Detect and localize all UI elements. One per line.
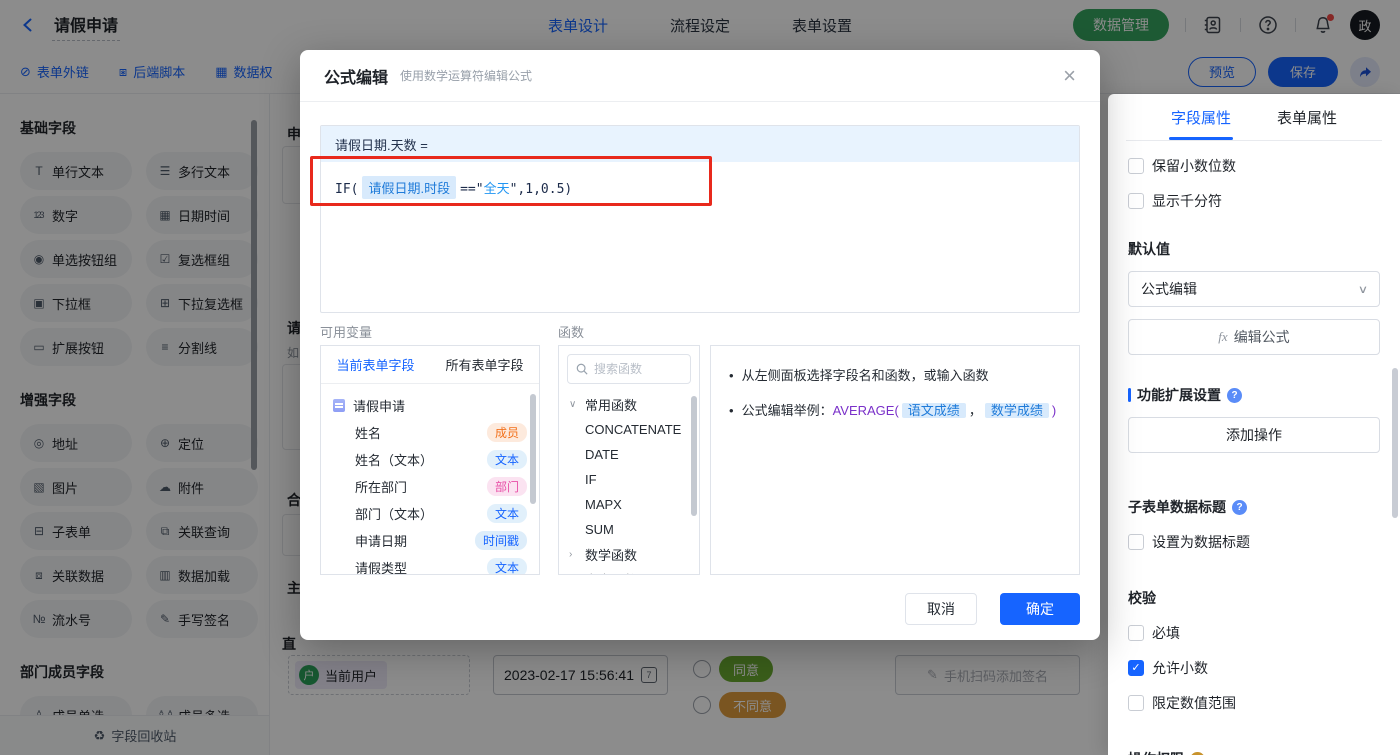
permission-header: 操作权限 ! xyxy=(1128,749,1380,755)
confirm-button[interactable]: 确定 xyxy=(1000,593,1080,625)
function-item[interactable]: CONCATENATE xyxy=(559,417,699,442)
variables-label: 可用变量 xyxy=(320,325,373,340)
tab-all-form-fields[interactable]: 所有表单字段 xyxy=(430,346,539,383)
thousand-separator-checkbox[interactable]: ✓ xyxy=(1128,193,1144,209)
tab-form-properties[interactable]: 表单属性 xyxy=(1277,94,1337,140)
type-badge: 部门 xyxy=(486,477,527,496)
variable-root[interactable]: 请假申请 xyxy=(321,392,539,419)
add-action-button[interactable]: 添加操作 xyxy=(1128,417,1380,453)
warning-icon: ! xyxy=(1190,751,1205,755)
required-checkbox[interactable]: ✓ xyxy=(1128,625,1144,641)
functions-label: 函数 xyxy=(558,325,585,340)
formula-target: 请假日期.天数 = xyxy=(321,126,1079,162)
modal-subtitle: 使用数学运算符编辑公式 xyxy=(400,69,533,83)
help-icon[interactable]: ? xyxy=(1232,499,1247,515)
variable-row[interactable]: 姓名 成员 xyxy=(321,419,539,446)
edit-formula-button[interactable]: fx 编辑公式 xyxy=(1128,319,1380,355)
formula-tail: ",1,0.5) xyxy=(509,182,573,197)
properties-panel: 字段属性 表单属性 ✓ 保留小数位数 ✓ 显示千分符 默认值 公式编辑 ∨ fx… xyxy=(1108,94,1400,755)
formula-function: IF( xyxy=(335,182,359,197)
tip-example-line: • 公式编辑举例：AVERAGE(语文成绩，数学成绩) xyxy=(729,402,1057,418)
variable-row[interactable]: 所在部门 部门 xyxy=(321,473,539,500)
extension-settings-header: 功能扩展设置 ? xyxy=(1128,385,1380,405)
thousand-separator-checkbox-row[interactable]: ✓ 显示千分符 xyxy=(1128,191,1380,211)
tips-panel: • 从左侧面板选择字段名和函数，或输入函数 • 公式编辑举例：AVERAGE(语… xyxy=(710,345,1080,575)
panel-tabs: 字段属性 表单属性 xyxy=(1128,94,1380,140)
formula-editor[interactable]: IF(请假日期.时段 =="全天",1,0.5) xyxy=(321,162,1079,213)
variable-row[interactable]: 请假类型 文本 xyxy=(321,554,539,574)
function-search[interactable] xyxy=(567,354,691,384)
variables-panel: 当前表单字段 所有表单字段 请假申请 姓名 成员 姓名（文本） 文本 所在部门 部门 … xyxy=(320,345,540,575)
formula-operator: ==" xyxy=(460,182,484,197)
cancel-button[interactable]: 取消 xyxy=(905,593,977,625)
tab-current-form-fields[interactable]: 当前表单字段 xyxy=(321,346,430,383)
type-badge: 文本 xyxy=(486,558,527,574)
chevron-down-icon: ∨ xyxy=(1357,283,1369,296)
type-badge: 文本 xyxy=(486,450,527,469)
function-item[interactable]: DATE xyxy=(559,442,699,467)
form-doc-icon xyxy=(333,399,345,412)
set-data-title-checkbox-row[interactable]: ✓ 设置为数据标题 xyxy=(1128,532,1380,552)
close-icon[interactable]: × xyxy=(1063,64,1076,87)
tab-field-properties[interactable]: 字段属性 xyxy=(1171,94,1231,140)
functions-scrollbar[interactable] xyxy=(691,396,697,516)
window-scrollbar[interactable] xyxy=(1392,368,1398,518)
function-item[interactable]: IF xyxy=(559,467,699,492)
search-icon xyxy=(576,363,588,375)
variable-row[interactable]: 部门（文本） 文本 xyxy=(321,500,539,527)
validation-header: 校验 xyxy=(1128,590,1156,606)
formula-block: 请假日期.天数 = IF(请假日期.时段 =="全天",1,0.5) xyxy=(320,125,1080,313)
field-token[interactable]: 请假日期.时段 xyxy=(362,176,457,199)
limit-range-checkbox-row[interactable]: ✓ 限定数值范围 xyxy=(1128,693,1380,713)
formula-editor-modal: 公式编辑 使用数学运算符编辑公式 × 请假日期.天数 = IF(请假日期.时段 =… xyxy=(300,50,1100,640)
allow-decimal-checkbox[interactable]: ✓ xyxy=(1128,660,1144,676)
variables-list: 请假申请 姓名 成员 姓名（文本） 文本 所在部门 部门 部门（文本） 文本 申请日期时… xyxy=(321,384,539,574)
example-field-chip: 数学成绩 xyxy=(984,402,1049,418)
example-field-chip: 语文成绩 xyxy=(901,402,966,418)
allow-decimal-checkbox-row[interactable]: ✓ 允许小数 xyxy=(1128,658,1380,678)
limit-range-checkbox[interactable]: ✓ xyxy=(1128,695,1144,711)
help-icon[interactable]: ? xyxy=(1227,387,1242,403)
section-bar xyxy=(1128,388,1131,402)
set-data-title-checkbox[interactable]: ✓ xyxy=(1128,534,1144,550)
function-group-text[interactable]: ›文本函数 xyxy=(559,567,699,575)
required-checkbox-row[interactable]: ✓ 必填 xyxy=(1128,623,1380,643)
chevron-down-icon: ∨ xyxy=(569,399,577,410)
keep-decimal-checkbox-row[interactable]: ✓ 保留小数位数 xyxy=(1128,156,1380,176)
function-item[interactable]: MAPX xyxy=(559,492,699,517)
variable-row[interactable]: 姓名（文本） 文本 xyxy=(321,446,539,473)
modal-title: 公式编辑 xyxy=(324,69,389,87)
type-badge: 文本 xyxy=(486,504,527,523)
example-function: AVERAGE( xyxy=(832,402,899,418)
subform-title-header: 子表单数据标题 ? xyxy=(1128,497,1380,517)
default-value-label: 默认值 xyxy=(1128,241,1170,257)
function-group-common[interactable]: ∨ 常用函数 xyxy=(559,392,699,417)
function-item[interactable]: SUM xyxy=(559,517,699,542)
functions-panel: ∨常用函数 CONCATENATE DATE IF MAPX SUM ›数学函数… xyxy=(558,345,700,575)
function-group-math[interactable]: › 数学函数 xyxy=(559,542,699,567)
fx-icon: fx xyxy=(1218,329,1228,344)
chevron-right-icon: › xyxy=(569,549,573,560)
modal-header: 公式编辑 使用数学运算符编辑公式 × xyxy=(300,50,1100,102)
type-badge: 成员 xyxy=(486,423,527,442)
chevron-right-icon: › xyxy=(569,574,579,575)
formula-string: 全天 xyxy=(483,182,510,197)
app-window: 请假申请 表单设计 流程设定 表单设置 数据管理 政 ⊘ 表单外链 ⧆ 后端脚本… xyxy=(0,0,1400,755)
variables-scrollbar[interactable] xyxy=(530,394,536,504)
variable-row[interactable]: 申请日期 时间戳 xyxy=(321,527,539,554)
variables-tabs: 当前表单字段 所有表单字段 xyxy=(321,346,539,384)
search-input[interactable] xyxy=(594,362,680,376)
type-badge: 时间戳 xyxy=(474,531,527,550)
divider xyxy=(1126,140,1382,141)
keep-decimal-checkbox[interactable]: ✓ xyxy=(1128,158,1144,174)
default-value-select[interactable]: 公式编辑 ∨ xyxy=(1128,271,1380,307)
tip-line: • 从左侧面板选择字段名和函数，或输入函数 xyxy=(729,368,989,383)
